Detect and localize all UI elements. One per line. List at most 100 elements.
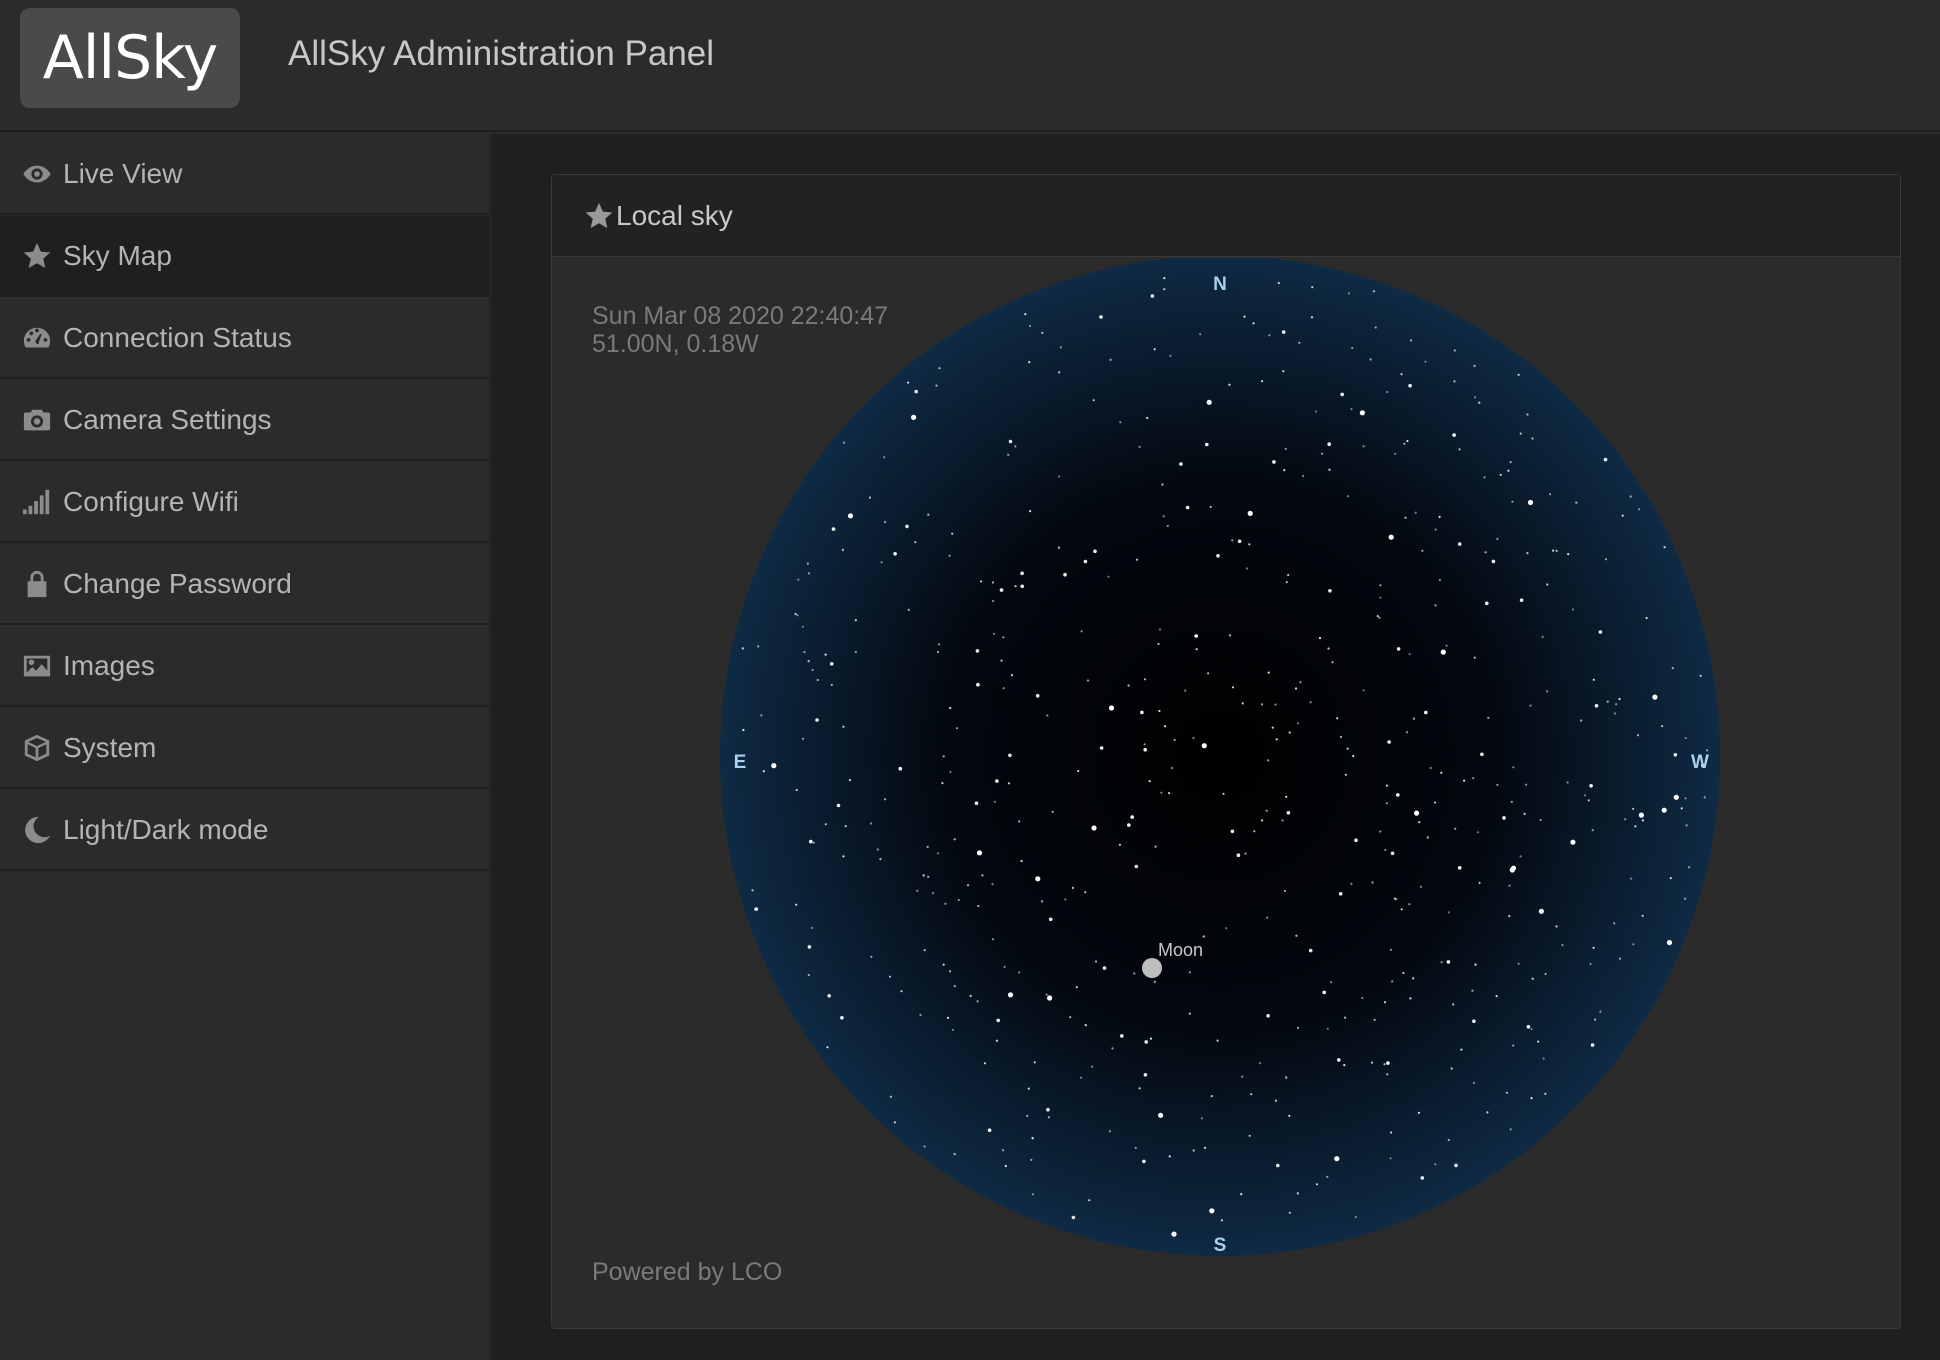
star: [1295, 934, 1298, 937]
app-logo[interactable]: AllSky: [20, 8, 240, 108]
star: [1359, 410, 1365, 416]
star: [1099, 746, 1104, 750]
star: [880, 561, 883, 564]
image-icon: [20, 649, 54, 683]
star: [1354, 838, 1358, 843]
sidebar-item-light-dark-mode[interactable]: Light/Dark mode: [0, 790, 490, 871]
star: [893, 552, 897, 556]
star: [1386, 390, 1389, 394]
star: [1400, 908, 1403, 911]
star: [1091, 825, 1097, 831]
star: [1080, 630, 1083, 633]
star: [1420, 1176, 1425, 1180]
star: [840, 1016, 844, 1020]
star: [1048, 917, 1053, 922]
sidebar-item-label: System: [63, 731, 157, 763]
sidebar-item-change-password[interactable]: Change Password: [0, 544, 490, 625]
star: [1311, 286, 1314, 289]
star: [914, 389, 918, 394]
star: [1402, 971, 1405, 975]
star: [806, 562, 809, 565]
star: [938, 367, 941, 370]
star: [1434, 528, 1437, 531]
star: [1220, 1219, 1223, 1222]
star: [1071, 1215, 1076, 1220]
star: [1285, 795, 1288, 798]
star: [1330, 981, 1333, 984]
star: [1250, 1093, 1253, 1096]
star: [1127, 823, 1131, 827]
star: [1201, 743, 1207, 749]
star: [1248, 543, 1251, 546]
star: [1385, 784, 1389, 787]
star: [1084, 891, 1087, 894]
star: [1460, 1048, 1463, 1051]
top-bar: AllSky AllSky Administration Panel: [0, 0, 1940, 132]
compass-north-label: N: [1213, 274, 1227, 295]
star: [1555, 925, 1558, 928]
star: [1040, 900, 1044, 903]
sidebar-item-configure-wifi[interactable]: Configure Wifi: [0, 462, 490, 543]
star: [1296, 1192, 1299, 1195]
star: [1645, 616, 1648, 620]
sidebar-item-images[interactable]: Images: [0, 626, 490, 707]
star: [1245, 567, 1249, 570]
star: [1205, 442, 1209, 447]
sidebar-item-connection-status[interactable]: Connection Status: [0, 298, 490, 379]
star: [843, 441, 846, 444]
star: [946, 1016, 950, 1020]
star: [1138, 445, 1141, 448]
star: [1453, 380, 1456, 383]
star: [981, 874, 984, 877]
star: [876, 848, 879, 851]
star: [1007, 453, 1010, 456]
star: [1491, 559, 1496, 564]
star: [1703, 796, 1706, 799]
page-title: AllSky Administration Panel: [288, 34, 715, 73]
star: [1555, 549, 1558, 552]
sidebar-item-camera-settings[interactable]: Camera Settings: [0, 380, 490, 461]
star: [1638, 508, 1641, 511]
star: [1362, 445, 1365, 448]
star: [1594, 1018, 1597, 1021]
star: [1487, 716, 1490, 719]
star: [1272, 460, 1276, 464]
sidebar-item-system[interactable]: System: [0, 708, 490, 789]
sidebar-item-sky-map[interactable]: Sky Map: [0, 216, 490, 297]
star: [811, 668, 814, 672]
star: [1414, 810, 1420, 816]
star: [816, 678, 819, 682]
star: [1476, 831, 1480, 834]
star: [815, 718, 819, 722]
sky-map[interactable]: Moon N S E W: [552, 258, 1902, 1330]
star: [760, 714, 763, 717]
star: [1618, 697, 1621, 701]
star: [1266, 916, 1269, 919]
star: [1166, 524, 1169, 527]
sidebar-item-live-view[interactable]: Live View: [0, 134, 490, 215]
star: [1237, 539, 1242, 544]
star: [1071, 886, 1074, 890]
star: [1188, 971, 1191, 974]
star: [1143, 678, 1147, 681]
star: [1158, 628, 1162, 631]
compass-west-label: W: [1691, 752, 1709, 773]
star: [1144, 1040, 1148, 1044]
card-title: Local sky: [616, 199, 733, 231]
star: [1002, 687, 1005, 690]
star: [1134, 864, 1139, 869]
star: [1426, 836, 1429, 839]
star: [1138, 1087, 1141, 1090]
star: [1344, 1016, 1347, 1019]
star: [1519, 432, 1522, 435]
star: [1310, 316, 1314, 319]
star: [1308, 948, 1313, 953]
star: [809, 839, 813, 844]
sidebar-item-label: Camera Settings: [63, 403, 272, 435]
star: [1613, 712, 1616, 715]
star: [1421, 549, 1424, 552]
star: [1265, 809, 1268, 812]
star: [992, 632, 996, 635]
star: [1275, 738, 1278, 741]
star: [884, 520, 887, 524]
